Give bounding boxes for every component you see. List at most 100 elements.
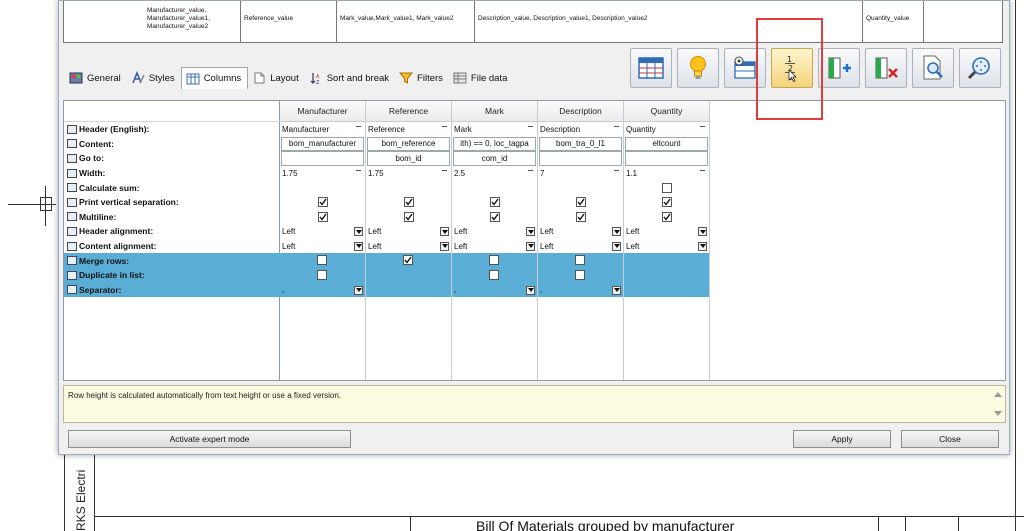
multiline-checkbox[interactable]	[575, 211, 586, 222]
content-formula-field[interactable]: bom_reference	[367, 136, 450, 152]
row-label-sum[interactable]: Calculate sum:	[64, 180, 280, 195]
vsep-checkbox-cell[interactable]	[624, 195, 709, 210]
spinner-dash-icon[interactable]	[528, 169, 533, 171]
separator-dropdown[interactable]: ,	[280, 282, 365, 298]
column-header[interactable]: Quantity	[624, 101, 709, 122]
header-alignment-dropdown[interactable]: Left	[538, 224, 623, 239]
vsep-checkbox[interactable]	[661, 197, 672, 208]
spinner-dash-icon[interactable]	[700, 169, 705, 171]
translate-dash-icon[interactable]	[700, 126, 705, 127]
row-label-goto[interactable]: Go to:	[64, 151, 280, 166]
translate-dash-icon[interactable]	[528, 126, 533, 127]
chevron-down-icon[interactable]	[354, 227, 363, 237]
vsep-checkbox[interactable]	[317, 197, 328, 208]
chevron-down-icon[interactable]	[698, 241, 707, 251]
header-text-cell[interactable]: Manufacturer	[280, 122, 365, 137]
content-alignment-dropdown[interactable]: Left	[280, 239, 365, 254]
header-text-cell[interactable]: Reference	[366, 122, 451, 137]
row-label-multi[interactable]: Multiline:	[64, 210, 280, 225]
content-formula-field[interactable]: eltcount	[625, 136, 708, 152]
content-formula-field[interactable]: bom_tra_0_l1	[539, 136, 622, 152]
chevron-down-icon[interactable]	[612, 285, 621, 295]
chevron-down-icon[interactable]	[526, 285, 535, 295]
translate-dash-icon[interactable]	[442, 126, 447, 127]
table-properties-button[interactable]	[630, 48, 672, 88]
separator-dropdown[interactable]: ,	[538, 282, 623, 298]
row-label-vsep[interactable]: Print vertical separation:	[64, 195, 280, 210]
chevron-down-icon[interactable]	[440, 241, 449, 251]
merge-checkbox-cell[interactable]	[624, 253, 709, 268]
vsep-checkbox[interactable]	[575, 197, 586, 208]
width-field[interactable]: 1.75	[280, 166, 365, 181]
content-alignment-dropdown[interactable]: Left	[366, 239, 451, 254]
duplicate-checkbox[interactable]	[575, 270, 585, 280]
chevron-down-icon[interactable]	[698, 227, 707, 237]
duplicate-checkbox-cell[interactable]	[366, 268, 451, 283]
duplicate-checkbox[interactable]	[489, 270, 499, 280]
chevron-down-icon[interactable]	[526, 241, 535, 251]
header-alignment-dropdown[interactable]: Left	[624, 224, 709, 239]
translate-dash-icon[interactable]	[614, 126, 619, 127]
content-formula-field[interactable]: ith) == 0, loc_tagpa	[453, 136, 536, 152]
width-field[interactable]: 2.5	[452, 166, 537, 181]
column-header[interactable]: Description	[538, 101, 623, 122]
goto-field[interactable]	[281, 151, 364, 166]
width-field[interactable]: 1.75	[366, 166, 451, 181]
multiline-checkbox[interactable]	[403, 211, 414, 222]
separator-dropdown[interactable]	[624, 282, 709, 298]
header-alignment-dropdown[interactable]: Left	[366, 224, 451, 239]
row-label-sep[interactable]: Separator:	[64, 282, 280, 298]
chevron-down-icon[interactable]	[612, 241, 621, 251]
multiline-checkbox[interactable]	[661, 211, 672, 222]
multiline-checkbox-cell[interactable]	[624, 210, 709, 225]
sum-checkbox-cell[interactable]	[452, 180, 537, 195]
sum-checkbox-cell[interactable]	[538, 180, 623, 195]
scroll-up-icon[interactable]	[994, 392, 1002, 397]
row-label-calign[interactable]: Content alignment:	[64, 239, 280, 254]
tab-general[interactable]: General	[65, 68, 127, 88]
tip-button[interactable]	[677, 48, 719, 88]
tab-styles[interactable]: Styles	[127, 68, 181, 88]
multiline-checkbox[interactable]	[489, 211, 500, 222]
merge-checkbox-cell[interactable]	[538, 253, 623, 268]
translate-dash-icon[interactable]	[356, 126, 361, 127]
sum-checkbox-cell[interactable]	[366, 180, 451, 195]
multiline-checkbox-cell[interactable]	[280, 210, 365, 225]
apply-button[interactable]: Apply	[793, 430, 891, 448]
add-column-button[interactable]	[818, 48, 860, 88]
merge-checkbox[interactable]	[317, 255, 327, 266]
multiline-checkbox-cell[interactable]	[452, 210, 537, 225]
multiline-checkbox[interactable]	[317, 211, 328, 222]
header-text-cell[interactable]: Description	[538, 122, 623, 137]
vsep-checkbox-cell[interactable]	[366, 195, 451, 210]
merge-checkbox[interactable]	[575, 255, 585, 266]
width-field[interactable]: 1.1	[624, 166, 709, 181]
duplicate-checkbox-cell[interactable]	[452, 268, 537, 283]
column-header[interactable]: Manufacturer	[280, 101, 365, 122]
multiline-checkbox-cell[interactable]	[366, 210, 451, 225]
chevron-down-icon[interactable]	[354, 241, 363, 251]
row-label-merge[interactable]: Merge rows:	[64, 253, 280, 268]
row-label-dup[interactable]: Duplicate in list:	[64, 268, 280, 283]
sum-checkbox[interactable]	[661, 182, 672, 193]
vsep-checkbox-cell[interactable]	[538, 195, 623, 210]
sum-checkbox-cell[interactable]	[280, 180, 365, 195]
spinner-dash-icon[interactable]	[442, 169, 447, 171]
chevron-down-icon[interactable]	[354, 285, 363, 295]
delete-column-button[interactable]	[865, 48, 907, 88]
content-alignment-dropdown[interactable]: Left	[538, 239, 623, 254]
goto-field[interactable]	[625, 151, 708, 166]
content-formula-field[interactable]: bom_manufacturer	[281, 136, 364, 152]
tab-file-data[interactable]: File data	[449, 68, 513, 88]
duplicate-checkbox-cell[interactable]	[280, 268, 365, 283]
row-label-width[interactable]: Width:	[64, 166, 280, 181]
goto-field[interactable]: com_id	[453, 151, 536, 166]
column-header[interactable]: Reference	[366, 101, 451, 122]
goto-field[interactable]	[539, 151, 622, 166]
duplicate-checkbox-cell[interactable]	[538, 268, 623, 283]
width-field[interactable]: 7	[538, 166, 623, 181]
content-alignment-dropdown[interactable]: Left	[452, 239, 537, 254]
header-alignment-dropdown[interactable]: Left	[280, 224, 365, 239]
scroll-down-icon[interactable]	[994, 411, 1002, 416]
tab-layout[interactable]: Layout	[248, 68, 305, 88]
